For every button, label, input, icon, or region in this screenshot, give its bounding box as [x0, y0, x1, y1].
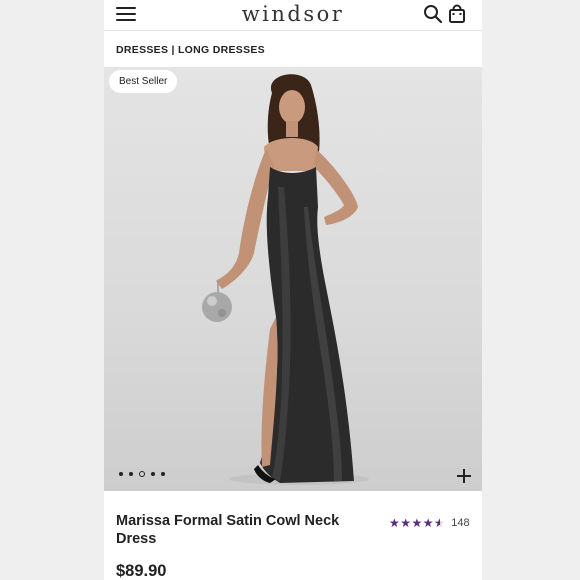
product-price: $89.90 — [116, 562, 167, 580]
top-navigation-bar: WINDSOR — [104, 0, 482, 31]
carousel-dot[interactable] — [129, 472, 133, 476]
carousel-dot[interactable] — [151, 472, 155, 476]
product-title: Marissa Formal Satin Cowl Neck Dress — [116, 513, 340, 547]
best-seller-badge: Best Seller — [109, 70, 178, 93]
search-icon[interactable] — [423, 4, 443, 24]
carousel-dot[interactable] — [119, 472, 123, 476]
product-page: WINDSOR DRESSES | LONG DRESSES — [104, 0, 482, 580]
product-image[interactable]: Best Seller — [104, 67, 482, 491]
review-count[interactable]: 148 — [451, 517, 469, 529]
carousel-dot[interactable] — [161, 472, 165, 476]
breadcrumb[interactable]: DRESSES | LONG DRESSES — [104, 34, 482, 67]
image-carousel-dots — [119, 471, 165, 477]
carousel-dot-active[interactable] — [139, 471, 145, 477]
product-rating[interactable]: ★★★★★ ★★★★★ 148 — [389, 516, 470, 530]
plus-icon[interactable] — [456, 468, 472, 484]
model-photo — [202, 74, 369, 485]
star-rating-icon: ★★★★★ ★★★★★ — [389, 516, 446, 530]
shopping-bag-icon[interactable] — [447, 4, 467, 24]
